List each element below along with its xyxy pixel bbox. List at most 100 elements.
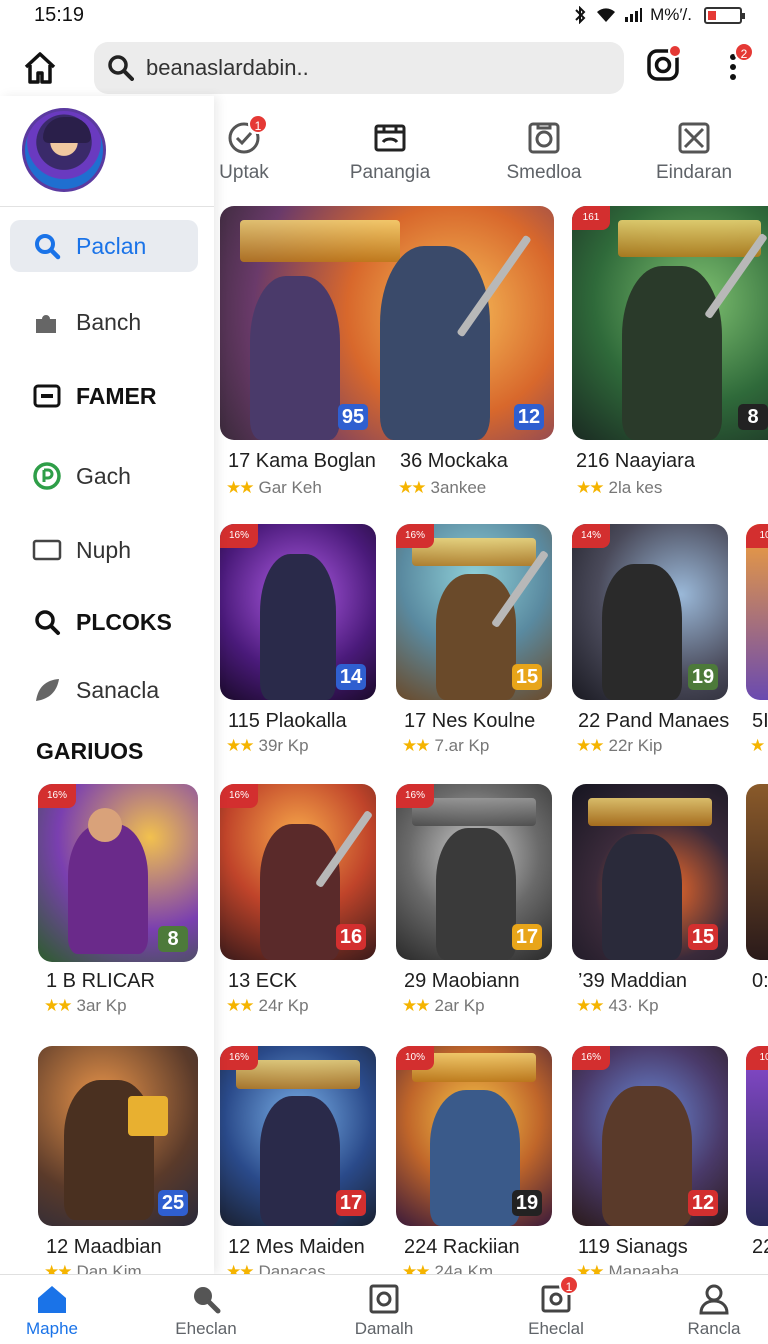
level-badge: 12: [688, 1190, 718, 1216]
home-icon: [24, 52, 56, 84]
search-icon: [194, 1287, 221, 1314]
level-badge: 16: [336, 924, 366, 950]
nav-badge: 1: [559, 1275, 579, 1295]
level-badge: 12: [514, 404, 544, 430]
game-thumbnail: 16% 17: [396, 784, 552, 960]
star-icon: ★★: [576, 996, 605, 1015]
close-box-icon: [678, 122, 710, 154]
level-badge: 15: [688, 924, 718, 950]
nav-label: Eheclan: [175, 1319, 237, 1338]
bluetooth-icon: [575, 6, 586, 24]
game-title: 22 Pand Manaes: [578, 710, 730, 732]
discount-badge: 10: [746, 1046, 768, 1070]
game-rating: ★★ Dan Kim: [44, 1262, 142, 1274]
drawer-item-plcoks[interactable]: PLCOKS: [10, 596, 198, 648]
drawer-item-label: Nuph: [76, 536, 131, 563]
divider: [0, 206, 214, 207]
drawer-item-gach[interactable]: Gach: [10, 450, 198, 502]
notification-dot: [668, 44, 682, 58]
bottom-nav: Maphe Eheclan Damalh 1 Eheclal Rancla: [0, 1274, 768, 1344]
star-icon: ★★: [402, 996, 431, 1015]
game-thumbnail: 16% 17: [220, 1046, 376, 1226]
game-rating: ★★ 2la kes: [576, 478, 663, 497]
level-badge: 25: [158, 1190, 188, 1216]
category-tabs: 1 Uptak Panangia Smedloa Eindaran: [214, 112, 768, 192]
home-button[interactable]: [20, 50, 60, 86]
star-icon: ★★: [44, 996, 73, 1015]
star-icon: ★★: [398, 478, 427, 497]
discount-badge: 16%: [220, 524, 258, 548]
nav-label: Eheclal: [528, 1319, 584, 1338]
drawer-item-nuph[interactable]: Nuph: [10, 524, 198, 576]
game-title: 17 Kama Boglan: [228, 450, 376, 472]
game-thumbnail: 14% 19: [572, 524, 728, 700]
drawer-item-famer[interactable]: FAMER: [10, 370, 198, 422]
search-input[interactable]: beanaslardabin..: [94, 42, 624, 94]
star-icon: ★★: [226, 736, 255, 755]
tab-badge: 1: [248, 114, 268, 134]
tab-eindaran[interactable]: Eindaran: [634, 112, 754, 192]
avatar[interactable]: [22, 108, 106, 192]
discount-badge: 161: [572, 206, 610, 230]
drawer-item-banch[interactable]: Banch: [10, 296, 198, 348]
tab-panangia[interactable]: Panangia: [330, 112, 450, 192]
drawer-item-paclan[interactable]: Paclan: [10, 220, 198, 272]
drawer-item-label: Gach: [76, 462, 131, 489]
square-icon: [369, 1284, 399, 1314]
game-thumbnail: 15: [572, 784, 728, 960]
game-thumbnail: 16% 14: [220, 524, 376, 700]
home-icon: [38, 1286, 66, 1313]
game-thumbnail: 16% 8: [38, 784, 198, 962]
drawer-item-sanacla[interactable]: Sanacla: [10, 664, 198, 716]
game-title: 29 Maobiann: [404, 970, 520, 992]
discount-badge: 14%: [572, 524, 610, 548]
game-thumbnail: 10% 19: [396, 1046, 552, 1226]
game-rating: ★★ 43· Kp: [576, 996, 659, 1015]
more-menu-button[interactable]: 2: [722, 42, 754, 84]
game-rating: ★: [750, 736, 768, 756]
nav-label: Maphe: [26, 1319, 78, 1338]
drawer-item-label: Sanacla: [76, 676, 160, 703]
nav-item-search[interactable]: Eheclan: [146, 1283, 266, 1339]
level-badge: 8: [738, 404, 768, 430]
play-circle-icon: [33, 462, 61, 490]
nav-item-home[interactable]: Maphe: [0, 1283, 112, 1339]
tab-smedloa[interactable]: Smedloa: [484, 112, 604, 192]
level-badge: 17: [512, 924, 542, 950]
discount-badge: 16%: [38, 784, 76, 808]
status-bar: 15:19 M%′/.: [0, 0, 768, 30]
camera-button[interactable]: [646, 44, 682, 84]
game-title: 216 Naayiara: [576, 450, 695, 472]
nav-item-profile[interactable]: Rancla: [654, 1283, 768, 1339]
star-icon: ★★: [44, 1262, 73, 1274]
game-title: 13 ECK: [228, 970, 297, 992]
top-bar: beanaslardabin.. 2: [0, 34, 768, 98]
nav-item-damalh[interactable]: Damalh: [324, 1283, 444, 1339]
star-icon: ★: [750, 736, 765, 755]
game-title: 5I: [752, 710, 768, 732]
tab-label: Smedloa: [506, 162, 582, 183]
drawer-item-label: PLCOKS: [76, 608, 172, 635]
game-rating: ★★ 2ar Kp: [402, 996, 485, 1015]
nav-item-eheclal[interactable]: 1 Eheclal: [496, 1275, 616, 1339]
drawer-item-label: Banch: [76, 308, 142, 335]
game-thumbnail: 161 8: [572, 206, 768, 440]
star-icon: ★★: [226, 478, 255, 497]
leaf-icon: [36, 679, 59, 701]
status-icons: M%′/.: [572, 5, 745, 25]
game-rating: ★★ 22r Kip: [576, 736, 663, 755]
theater-icon: [374, 124, 406, 152]
discount-badge: 16%: [396, 524, 434, 548]
game-thumbnail: 16% 15: [396, 524, 552, 700]
game-rating: ★★ 24r Kp: [226, 996, 309, 1015]
level-badge: 95: [338, 404, 368, 430]
game-rating: ★★ 7.ar Kp: [402, 736, 490, 755]
game-thumbnail: 10: [746, 524, 768, 700]
level-badge: 8: [158, 926, 188, 952]
level-badge: 15: [512, 664, 542, 690]
game-rating: ★★ Gar Keh: [226, 478, 322, 497]
discount-badge: 16%: [220, 784, 258, 808]
star-icon: ★★: [402, 736, 431, 755]
game-thumbnail: 16% 12: [572, 1046, 728, 1226]
game-thumbnail: 10: [746, 1046, 768, 1226]
